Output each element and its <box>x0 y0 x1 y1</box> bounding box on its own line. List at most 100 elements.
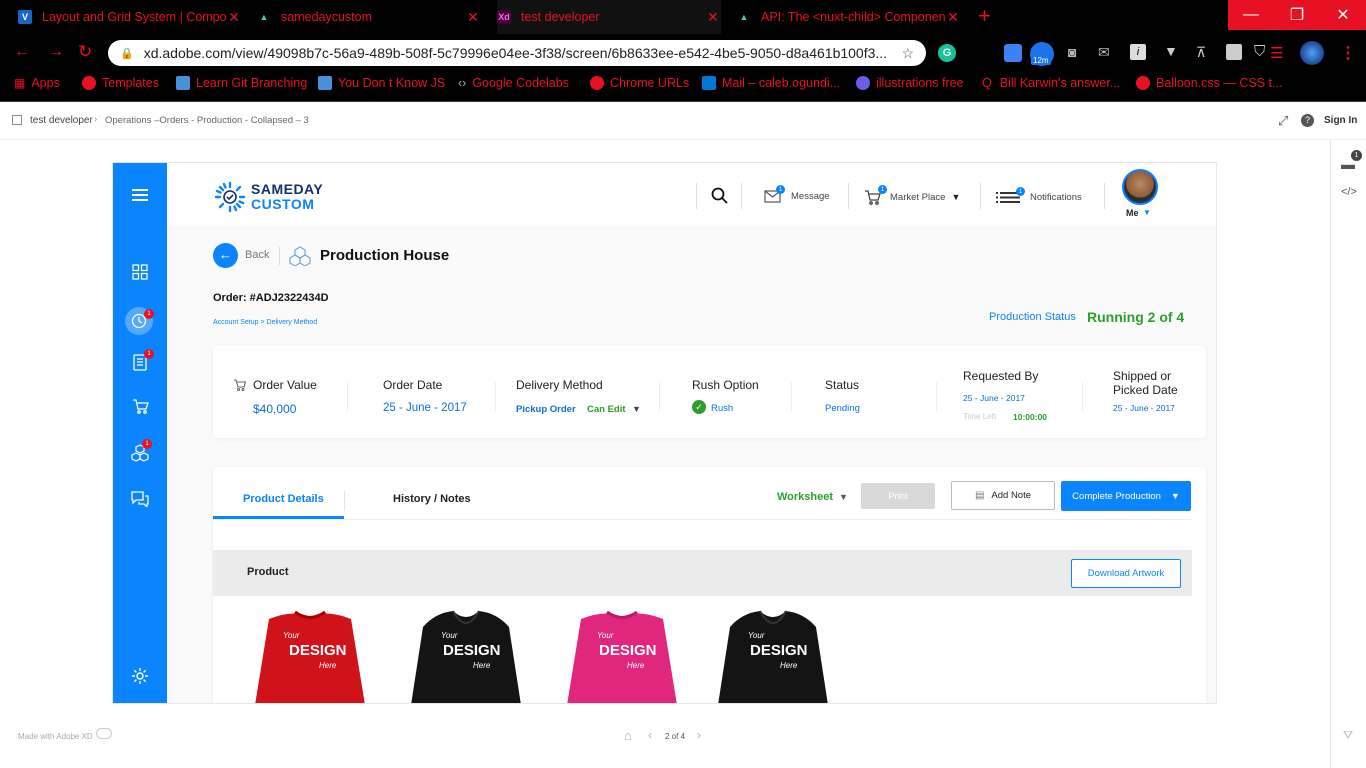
forward-arrow-icon[interactable]: → <box>48 43 64 61</box>
time-left-label: Time Left <box>963 412 997 421</box>
chevron-right-icon: › <box>94 114 98 125</box>
bookmark-apps[interactable]: ▦ Apps <box>14 76 60 90</box>
back-arrow-button[interactable]: ← <box>213 243 238 268</box>
production-status-value: Running 2 of 4 <box>1087 309 1185 325</box>
code-icon: ‹› <box>458 76 467 90</box>
info-icon[interactable]: i <box>1130 44 1146 60</box>
tab-history-notes[interactable]: History / Notes <box>393 493 471 505</box>
search-icon[interactable] <box>711 187 728 209</box>
minimize-button[interactable]: — <box>1228 0 1274 30</box>
print-button[interactable]: Print <box>861 483 935 509</box>
logo-line2: CUSTOM <box>251 196 315 212</box>
mail-icon[interactable]: ✉ <box>1098 44 1110 61</box>
message-nav-item[interactable]: Message <box>764 190 830 203</box>
user-avatar[interactable] <box>1122 169 1158 205</box>
vue-devtools-icon[interactable]: ▼ <box>1164 43 1178 59</box>
cart-icon[interactable] <box>127 393 153 419</box>
me-caret-down-icon[interactable]: ▼ <box>1143 208 1151 217</box>
product-image[interactable]: Your DESIGN Here <box>561 609 683 703</box>
browser-tab-active[interactable]: Xd test developer ✕ <box>497 0 721 34</box>
worksheet-dropdown[interactable]: Worksheet <box>777 491 833 503</box>
restore-button[interactable]: ❐ <box>1274 0 1320 30</box>
logo-sun-icon <box>213 180 247 214</box>
reload-icon[interactable]: ↻ <box>78 42 92 62</box>
url-bar[interactable]: 🔒 xd.adobe.com/view/49098b7c-56a9-489b-5… <box>108 40 926 66</box>
back-link[interactable]: Back <box>245 249 269 261</box>
profile-avatar[interactable] <box>1300 41 1324 65</box>
product-image[interactable]: Your DESIGN Here <box>712 609 834 703</box>
orders-badge: 1 <box>144 309 154 319</box>
nav-divider <box>980 183 981 209</box>
settings-gear-icon[interactable] <box>127 663 153 689</box>
grid-view-icon[interactable] <box>12 115 22 125</box>
close-tab-icon[interactable]: ✕ <box>226 9 242 26</box>
me-label[interactable]: Me <box>1126 208 1139 218</box>
add-note-button[interactable]: ▤ Add Note <box>951 481 1055 510</box>
next-screen-icon[interactable]: › <box>697 728 701 742</box>
chat-icon[interactable] <box>127 485 153 511</box>
bookmark-chrome-urls[interactable]: Chrome URLs <box>590 76 689 90</box>
bookmark-extension-icon[interactable]: ⊼ <box>1196 44 1206 61</box>
market-place-label: Market Place <box>890 191 946 203</box>
pocket-icon[interactable]: ⛉ <box>1254 43 1265 60</box>
info-divider <box>495 382 496 412</box>
bookmark-templates[interactable]: Templates <box>82 76 159 90</box>
hamburger-menu-icon[interactable] <box>127 182 153 208</box>
bookmark-balloon[interactable]: Balloon.css — CSS t... <box>1136 76 1282 90</box>
sub-breadcrumb[interactable]: Account Setup > Delivery Method <box>213 319 317 326</box>
close-window-button[interactable]: ✕ <box>1320 0 1366 30</box>
sign-in-link[interactable]: Sign In <box>1324 115 1357 126</box>
nav-divider <box>1104 183 1105 209</box>
filter-icon[interactable]: ⛛ <box>1343 728 1353 743</box>
extension-icon[interactable] <box>1004 44 1022 62</box>
tab-title: samedaycustom <box>281 10 373 24</box>
comment-count-badge: 1 <box>1351 150 1362 161</box>
prev-screen-icon[interactable]: ‹ <box>648 728 652 742</box>
breadcrumb-root[interactable]: test developer <box>30 115 93 126</box>
tabs-underline <box>213 519 1191 520</box>
bookmark-illustrations[interactable]: illustrations free <box>856 76 964 90</box>
browser-tab[interactable]: V Layout and Grid System | Compo ✕ <box>18 0 242 34</box>
browser-tab[interactable]: ▲ samedaycustom ✕ <box>257 0 481 34</box>
grammarly-icon[interactable]: G <box>938 44 956 62</box>
notifications-nav-item[interactable]: Notifications <box>996 191 1082 204</box>
product-header-row: Product Download Artwork <box>213 550 1192 596</box>
design-text-line3: Here <box>780 661 798 670</box>
bookmark-mail[interactable]: Mail – caleb.ogundi... <box>702 76 840 90</box>
product-image[interactable]: Your DESIGN Here <box>249 609 371 703</box>
complete-production-button[interactable]: Complete Production ▼ <box>1061 481 1191 511</box>
can-edit-link[interactable]: Can Edit <box>587 404 626 415</box>
delivery-method-label: Delivery Method <box>516 378 603 392</box>
close-tab-icon[interactable]: ✕ <box>945 9 961 26</box>
camera-icon[interactable]: ◙ <box>1068 44 1076 60</box>
product-image[interactable]: Your DESIGN Here <box>405 609 527 703</box>
nav-divider <box>741 183 742 209</box>
delivery-caret-down-icon[interactable]: ▼ <box>632 404 641 414</box>
bookmark-learn-git[interactable]: Learn Git Branching <box>176 76 307 90</box>
chrome-menu-icon[interactable]: ⋮ <box>1340 43 1356 63</box>
tab-product-details[interactable]: Product Details <box>243 493 324 505</box>
worksheet-caret-down-icon[interactable]: ▼ <box>839 492 848 502</box>
code-view-icon[interactable]: </> <box>1341 186 1357 198</box>
browser-tab-bar: V Layout and Grid System | Compo ✕ ▲ sam… <box>0 0 1366 34</box>
fullscreen-icon[interactable]: ⤢ <box>1278 113 1288 129</box>
download-artwork-button[interactable]: Download Artwork <box>1071 559 1181 588</box>
bookmark-codelabs[interactable]: ‹› Google Codelabs <box>458 76 569 90</box>
home-icon[interactable]: ⌂ <box>624 728 632 743</box>
bookmark-ydkjs[interactable]: You Don t Know JS <box>318 76 445 90</box>
message-label: Message <box>791 191 830 202</box>
reader-list-icon[interactable]: ☰ <box>1270 44 1283 62</box>
vuetify-icon: V <box>18 10 32 24</box>
design-text-line2: DESIGN <box>443 642 501 659</box>
star-icon[interactable]: ☆ <box>901 45 914 62</box>
close-tab-icon[interactable]: ✕ <box>465 9 481 26</box>
close-tab-icon[interactable]: ✕ <box>705 9 721 26</box>
help-icon[interactable]: ? <box>1301 114 1314 127</box>
dashboard-grid-icon[interactable] <box>127 259 153 285</box>
info-divider <box>659 382 660 412</box>
bookmark-bill-karwin[interactable]: Q Bill Karwin's answer... <box>982 76 1120 90</box>
new-tab-button[interactable]: + <box>978 4 996 28</box>
sheet-extension-icon[interactable] <box>1226 44 1242 60</box>
back-arrow-icon[interactable]: ← <box>14 43 30 61</box>
browser-tab[interactable]: ▲ API: The <nuxt-child> Componen ✕ <box>737 0 961 34</box>
